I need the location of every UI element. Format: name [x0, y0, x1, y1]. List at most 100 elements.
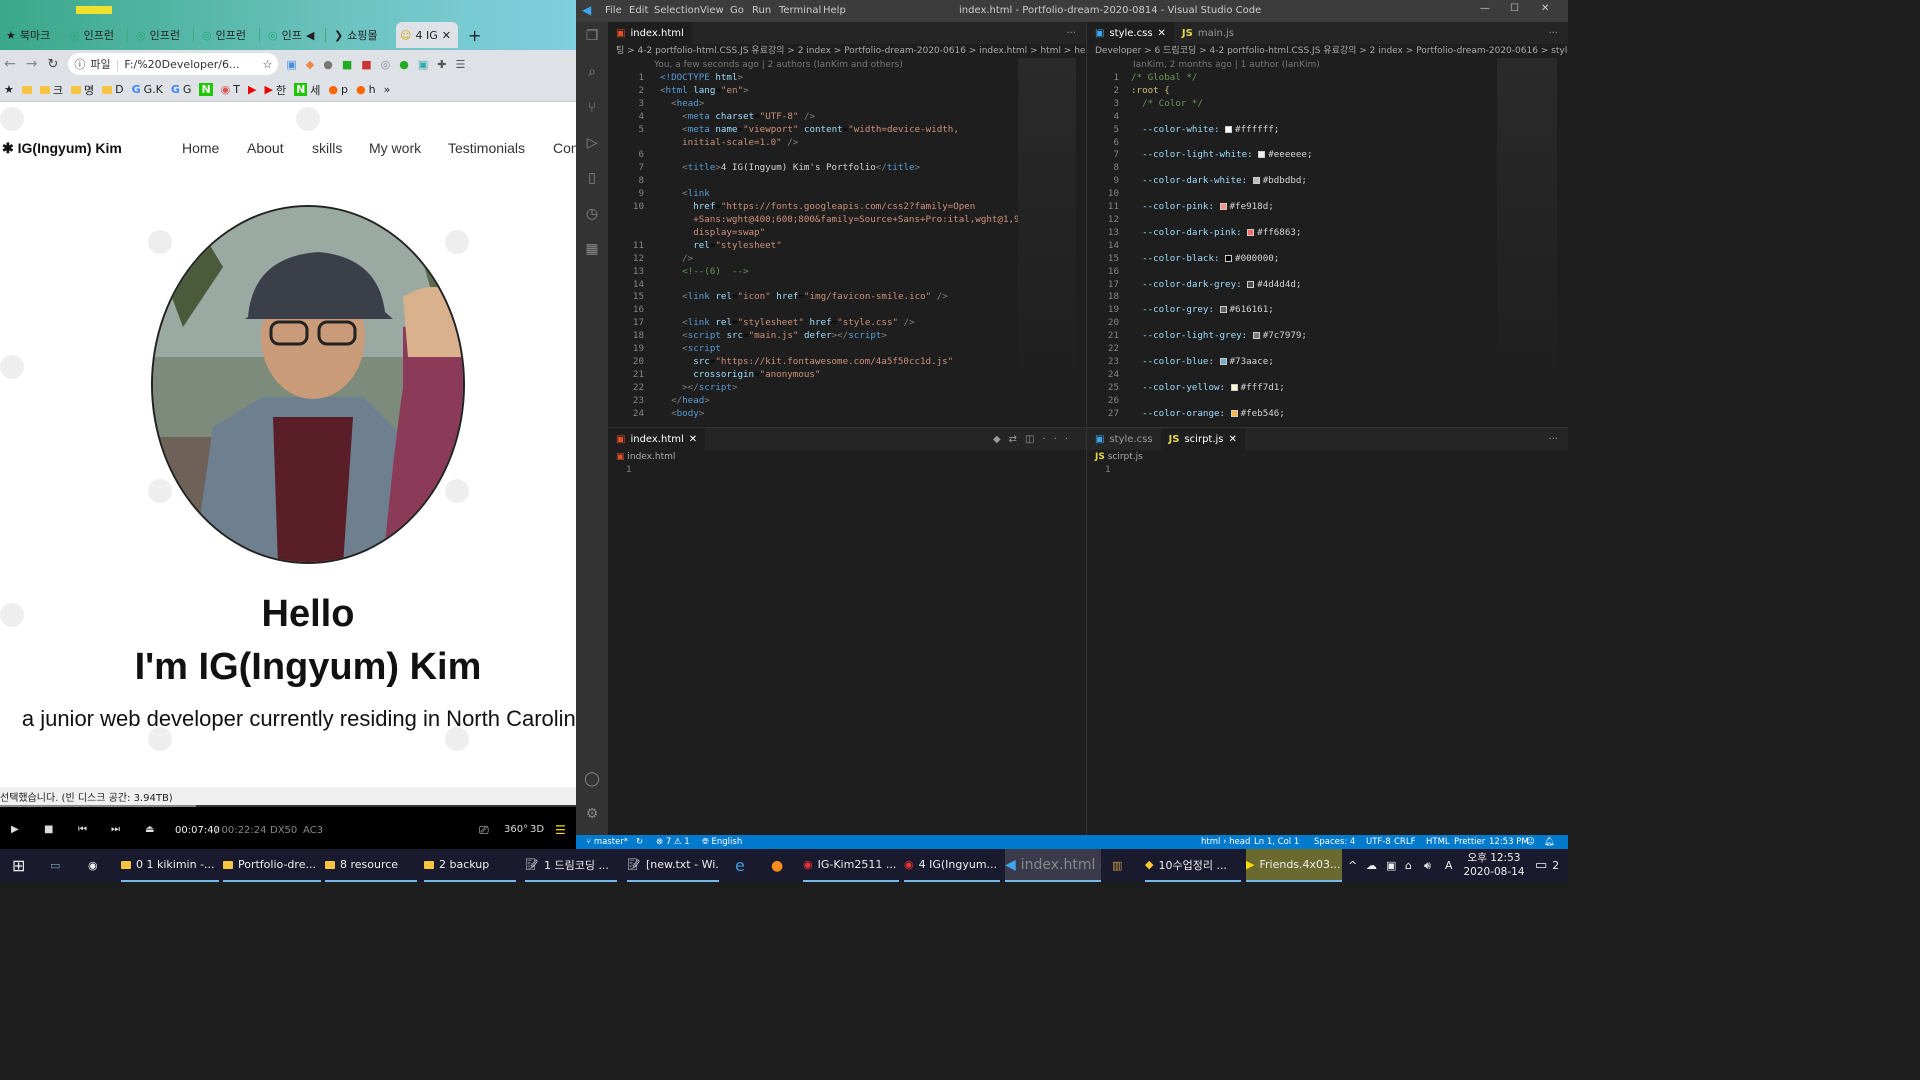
tab-style-css[interactable]: ▣ style.css ✕ — [1087, 22, 1174, 44]
code-empty[interactable]: 1 — [1087, 464, 1568, 477]
nav-my-work[interactable]: My work — [369, 140, 421, 156]
tab-index-html[interactable]: ▣ index.html ✕ — [608, 428, 706, 450]
code-line[interactable]: 16 — [614, 304, 1086, 317]
minimap[interactable] — [1497, 58, 1557, 388]
menu-icon[interactable]: ☰ — [456, 58, 466, 71]
task-vscode[interactable]: ◀index.html - ... — [1005, 849, 1101, 882]
task-chrome-portfolio[interactable]: ◉ 4 IG(Ingyum... — [904, 849, 1000, 882]
code-line[interactable]: 23 </head> — [614, 395, 1086, 408]
code-line[interactable]: 26 — [1093, 395, 1568, 408]
tab-inflearn-4[interactable]: ◎ 인프 ◀ — [264, 22, 326, 48]
reload-icon[interactable]: ↻ — [47, 57, 58, 72]
clock[interactable]: 오후 12:53 2020-08-14 — [1462, 851, 1526, 879]
menu-help[interactable]: Help — [823, 5, 846, 16]
color-swatch[interactable] — [1247, 280, 1255, 288]
bookmark-item[interactable]: GG — [171, 83, 192, 96]
eol[interactable]: CRLF — [1394, 837, 1415, 847]
code-line[interactable]: 27 --color-orange: #feb546; — [1093, 408, 1568, 421]
close-tab-icon[interactable]: ✕ — [442, 29, 451, 42]
menu-view[interactable]: View — [700, 5, 724, 16]
onedrive-icon[interactable]: ☁ — [1366, 849, 1377, 882]
extension-icon[interactable]: ▣ — [286, 58, 296, 71]
code-line[interactable]: 5 <meta name="viewport" content="width=d… — [614, 124, 1086, 137]
bookmark-item[interactable]: 명 — [71, 82, 94, 98]
nav-testimonials[interactable]: Testimonials — [448, 140, 525, 156]
tab-bookmark[interactable]: ★ 북마크 — [2, 22, 62, 48]
star-icon[interactable]: ★ — [4, 83, 14, 96]
color-swatch[interactable] — [1230, 383, 1238, 391]
firefox-icon[interactable]: ● — [771, 849, 783, 882]
breadcrumb[interactable]: ▣ index.html — [608, 450, 1086, 464]
close-tab-icon[interactable]: ✕ — [689, 434, 697, 445]
task-explorer-backup[interactable]: 2 backup — [424, 849, 516, 882]
edge-icon[interactable]: e — [735, 849, 745, 882]
tab-inflearn-3[interactable]: ◎ 인프런 — [198, 22, 260, 48]
nav-contact[interactable]: Con — [553, 140, 576, 156]
code-line[interactable]: 15 <link rel="icon" href="img/favicon-sm… — [614, 291, 1086, 304]
tab-inflearn-1[interactable]: ◎ 인프런 — [66, 22, 128, 48]
bookmark-item[interactable]: ● h — [356, 83, 376, 96]
menu-terminal[interactable]: Terminal — [779, 5, 821, 16]
close-tab-icon[interactable]: ✕ — [1158, 28, 1166, 39]
network-icon[interactable]: ⌂ — [1405, 849, 1412, 882]
extension-icon[interactable]: ■ — [361, 58, 371, 71]
editor-actions-icons[interactable]: ◆⇄◫··· — [993, 434, 1076, 445]
status-breadcrumb[interactable]: html › head — [1201, 837, 1250, 847]
more-actions-icon[interactable]: ··· — [1548, 28, 1558, 39]
taskview-icon[interactable]: ▭ — [50, 849, 60, 882]
nav-skills[interactable]: skills — [312, 140, 342, 156]
extension-icon[interactable]: ■ — [342, 58, 352, 71]
code-line[interactable]: 21 crossorigin="anonymous" — [614, 369, 1086, 382]
nav-about[interactable]: About — [247, 140, 284, 156]
address-bar[interactable]: ⓘ 파일 | F:/%20Developer/6... ☆ — [68, 53, 279, 75]
code-line[interactable]: 14 — [614, 279, 1086, 292]
minimize-icon[interactable]: — — [1480, 3, 1490, 14]
explorer-icon[interactable]: ❐ — [584, 28, 600, 44]
code-line[interactable]: 9 <link — [614, 188, 1086, 201]
bookmark-item[interactable]: N세 — [294, 82, 320, 98]
vr360-button[interactable]: 360° — [504, 824, 528, 835]
extensions-icon[interactable]: ▦ — [584, 241, 600, 257]
timeline-icon[interactable]: ◷ — [584, 206, 600, 222]
nav-home[interactable]: Home — [182, 140, 219, 156]
code-line[interactable]: 20 src="https://kit.fontawesome.com/4a5f… — [614, 356, 1086, 369]
tab-scirpt-js[interactable]: JS scirpt.js ✕ — [1160, 428, 1245, 450]
tab-index-html[interactable]: ▣ index.html — [608, 22, 692, 44]
playlist-icon[interactable]: ☰ — [555, 823, 566, 837]
color-swatch[interactable] — [1247, 228, 1255, 236]
play-icon[interactable]: ▶ — [11, 824, 19, 835]
new-tab-button[interactable]: + — [464, 22, 488, 48]
sync-icon[interactable]: ↻ — [636, 837, 643, 847]
notification-center-icon[interactable]: ▭ 2 — [1535, 849, 1559, 882]
color-swatch[interactable] — [1219, 203, 1227, 211]
extension-icon[interactable]: ▣ — [418, 58, 428, 71]
next-icon[interactable]: ⏭ — [111, 824, 120, 835]
bookmark-item[interactable]: ◉ T — [221, 83, 240, 96]
code-line[interactable]: 10 href="https://fonts.googleapis.com/cs… — [614, 201, 1086, 214]
code-line[interactable]: 3 <head> — [614, 98, 1086, 111]
code-line[interactable]: 22 ></script> — [614, 382, 1086, 395]
notifications-bell-icon[interactable]: 🔔︎ — [1544, 837, 1555, 847]
code-line[interactable]: 8 — [614, 175, 1086, 188]
task-notepad-dream[interactable]: 📝︎ 1 드림코딩 ... — [525, 849, 617, 882]
color-swatch[interactable] — [1252, 177, 1260, 185]
code-line[interactable]: 13 <!--(6) --> — [614, 266, 1086, 279]
puzzle-icon[interactable]: ✚ — [437, 58, 446, 71]
breadcrumb[interactable]: 팅 > 4-2 portfolio-html.CSS.JS 유료강의 > 2 i… — [608, 44, 1086, 58]
prettier-status[interactable]: Prettier — [1454, 837, 1485, 847]
breadcrumb[interactable]: Developer > 6 드림코딩 > 4-2 portfolio-html.… — [1087, 44, 1568, 58]
bookmark-star-icon[interactable]: ☆ — [263, 58, 273, 71]
bookmark-item[interactable]: D — [102, 83, 124, 96]
code-empty[interactable]: 1 — [608, 464, 1086, 477]
tray-chevron-icon[interactable]: ^ — [1348, 849, 1357, 882]
minimap[interactable] — [1018, 58, 1076, 388]
extension-icon[interactable]: ● — [399, 58, 409, 71]
task-media-player[interactable]: ▶ Friends.4x03... — [1246, 849, 1342, 882]
windows-start-icon[interactable]: ⊞ — [12, 849, 25, 882]
close-window-icon[interactable]: ✕ — [1541, 3, 1549, 14]
menu-file[interactable]: File — [605, 5, 622, 16]
menu-go[interactable]: Go — [730, 5, 744, 16]
more-actions-icon[interactable]: ··· — [1548, 434, 1558, 445]
language-mode[interactable]: HTML — [1426, 837, 1450, 847]
account-icon[interactable]: ◯ — [584, 771, 600, 787]
